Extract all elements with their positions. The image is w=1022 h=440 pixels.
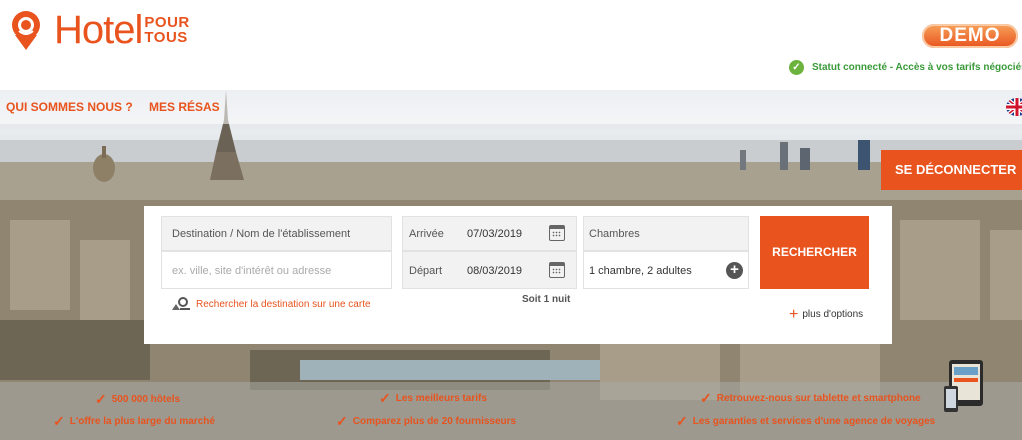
feature-item: ✓ Les garanties et services d'une agence … (676, 413, 935, 430)
arrival-label: Arrivée (409, 228, 444, 240)
map-search-link[interactable]: Rechercher la destination sur une carte (171, 297, 371, 311)
feature-label: Retrouvez-nous sur tablette et smartphon… (716, 393, 921, 404)
departure-date-field[interactable]: Départ 08/03/2019 (402, 251, 577, 289)
plus-icon: + (789, 306, 799, 323)
feature-label: 500 000 hôtels (111, 394, 181, 405)
demo-badge: DEMO (922, 24, 1018, 48)
check-circle-icon: ✓ (789, 60, 804, 75)
logout-button[interactable]: SE DÉCONNECTER (881, 150, 1022, 190)
checkmark-icon: ✓ (700, 390, 712, 406)
search-button[interactable]: RECHERCHER (760, 216, 869, 289)
departure-date-value: 08/03/2019 (467, 265, 523, 277)
feature-label: Les garanties et services d'une agence d… (692, 416, 936, 427)
main-nav: QUI SOMMES NOUS ? MES RÉSAS (0, 90, 1022, 124)
arrival-date-value: 07/03/2019 (467, 228, 523, 240)
rooms-value: 1 chambre, 2 adultes (589, 265, 692, 277)
destination-label: Destination / Nom de l'établissement (172, 228, 351, 240)
tablet-smartphone-icon (944, 360, 983, 412)
logo-text-pour-tous: POUR TOUS (144, 15, 189, 45)
header: Hotel POUR TOUS DEMO ✓ Statut connecté -… (0, 0, 1022, 90)
feature-item: ✓ Les meilleurs tarifs (379, 390, 487, 407)
map-pin-icon (172, 297, 190, 310)
features-strip: ✓ 500 000 hôtels ✓ L'offre la plus large d… (0, 382, 1022, 440)
nav-item-about[interactable]: QUI SOMMES NOUS ? (6, 100, 133, 114)
connection-status: ✓ Statut connecté - Accès à vos tarifs n… (789, 60, 1022, 75)
nights-count: Soit 1 nuit (522, 294, 571, 305)
feature-label: Comparez plus de 20 fournisseurs (352, 416, 517, 427)
hotel-pin-logo-icon (12, 11, 40, 50)
destination-label-field: Destination / Nom de l'établissement (161, 216, 392, 251)
rooms-selector[interactable]: 1 chambre, 2 adultes + (583, 251, 749, 289)
calendar-icon[interactable] (549, 262, 565, 278)
logo[interactable]: Hotel POUR TOUS (6, 8, 190, 52)
feature-item: ✓ 500 000 hôtels (95, 391, 180, 408)
hero-banner: QUI SOMMES NOUS ? MES RÉSAS SE DÉCONNECT… (0, 90, 1022, 440)
checkmark-icon: ✓ (95, 391, 107, 407)
uk-flag-icon[interactable] (1006, 98, 1022, 116)
connection-status-text: Statut connecté - Accès à vos tarifs nég… (812, 62, 1022, 73)
map-search-link-label: Rechercher la destination sur une carte (196, 298, 371, 310)
search-form: Destination / Nom de l'établissement ex.… (144, 206, 892, 344)
more-options-label: plus d'options (802, 309, 864, 320)
rooms-label-field: Chambres (583, 216, 749, 251)
nav-item-my-bookings[interactable]: MES RÉSAS (149, 100, 220, 114)
checkmark-icon: ✓ (379, 390, 391, 406)
feature-item: ✓ Comparez plus de 20 fournisseurs (336, 413, 516, 430)
rooms-label: Chambres (589, 228, 640, 240)
checkmark-icon: ✓ (676, 413, 688, 429)
arrival-date-field[interactable]: Arrivée 07/03/2019 (402, 216, 577, 251)
feature-label: Les meilleurs tarifs (395, 393, 487, 404)
checkmark-icon: ✓ (336, 413, 348, 429)
logo-text-tous: TOUS (144, 29, 188, 46)
feature-item: ✓ Retrouvez-nous sur tablette et smartpho… (700, 390, 921, 407)
logo-text-hotel: Hotel (54, 8, 143, 52)
more-options-link[interactable]: + plus d'options (789, 306, 863, 324)
add-room-icon[interactable]: + (726, 262, 743, 279)
departure-label: Départ (409, 265, 443, 277)
destination-placeholder: ex. ville, site d'intérêt ou adresse (172, 265, 332, 277)
destination-input[interactable]: ex. ville, site d'intérêt ou adresse (161, 251, 392, 289)
logo-text-pour: POUR (144, 14, 190, 31)
feature-label: L'offre la plus large du marché (69, 416, 215, 427)
feature-item: ✓ L'offre la plus large du marché (53, 413, 215, 430)
checkmark-icon: ✓ (53, 413, 65, 429)
calendar-icon[interactable] (549, 225, 565, 241)
